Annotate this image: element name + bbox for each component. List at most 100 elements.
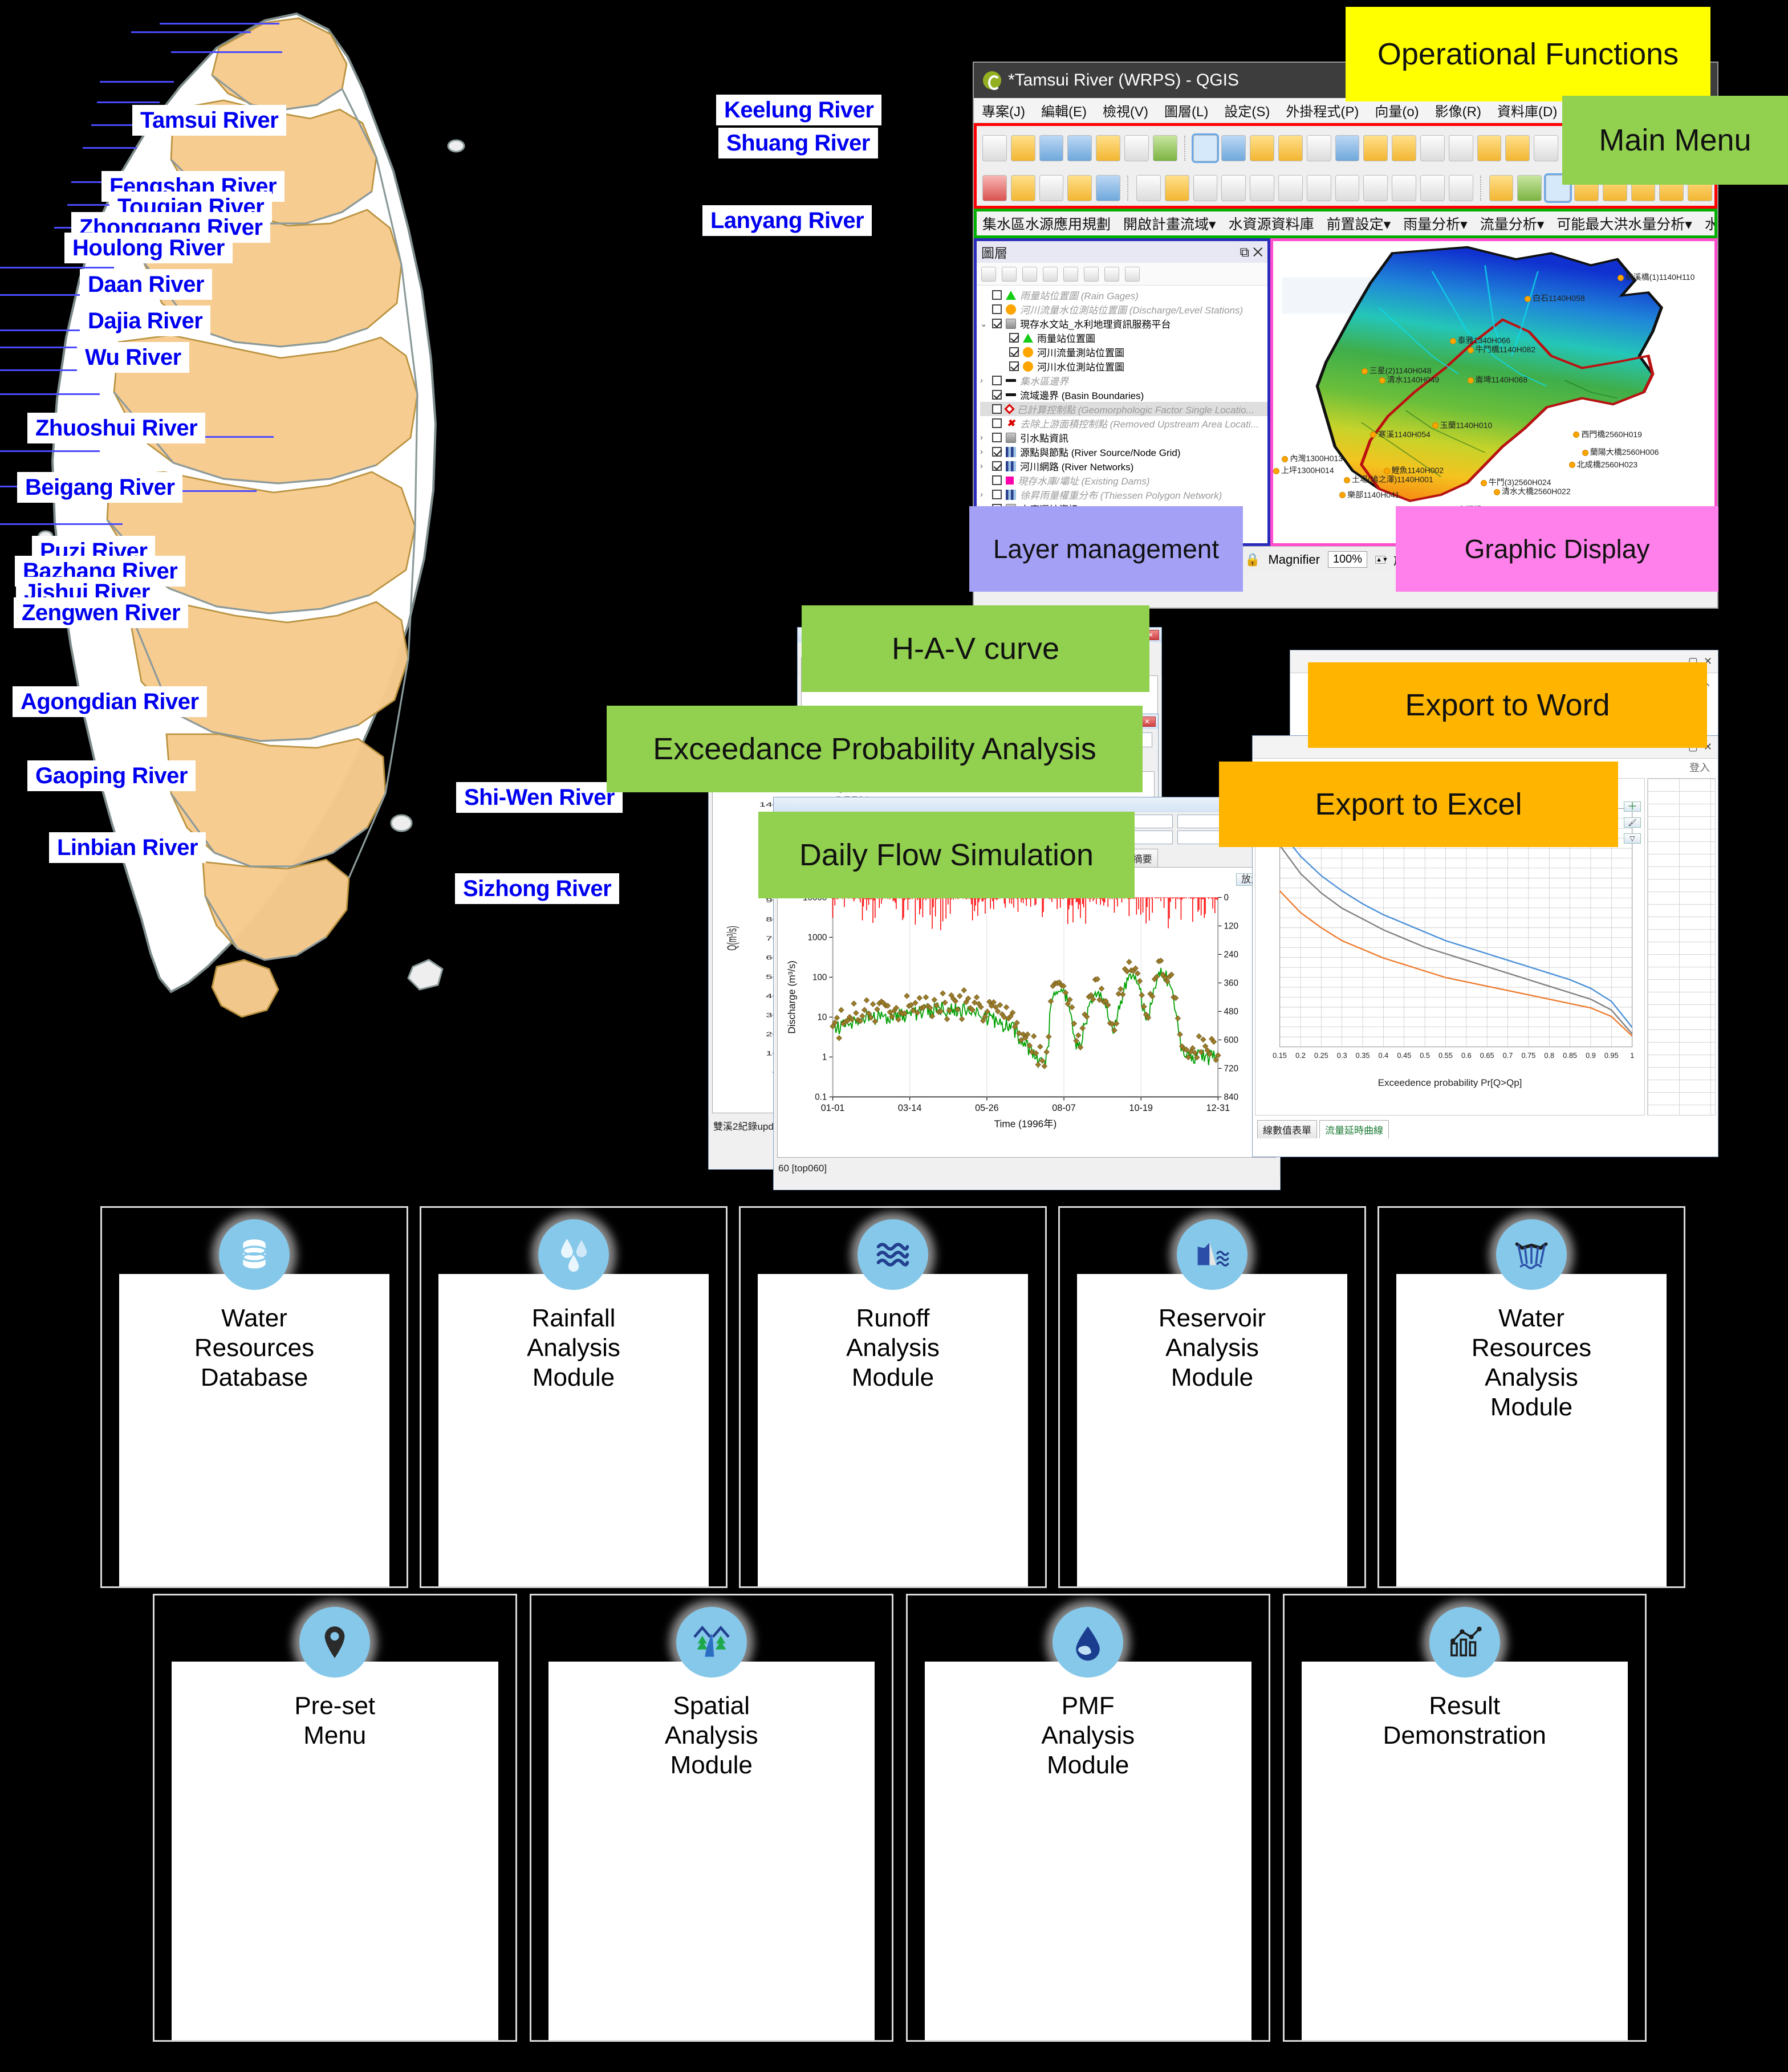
- plugin-watershed-planning[interactable]: 集水區水源應用規劃: [982, 213, 1111, 234]
- layer-tree-item[interactable]: › 集水區邊界: [980, 373, 1267, 388]
- manage-visibility-icon[interactable]: [1022, 266, 1037, 282]
- layer-expand-icon[interactable]: ⌄: [980, 319, 988, 329]
- save-project-icon[interactable]: [1039, 135, 1064, 161]
- menu-edit[interactable]: 編輯(E): [1041, 100, 1087, 120]
- layer-expand-icon[interactable]: ›: [980, 376, 988, 385]
- add-raster-layer-icon[interactable]: [1010, 175, 1035, 201]
- undo-icon[interactable]: [1420, 175, 1445, 201]
- remove-layer-icon[interactable]: [1125, 266, 1140, 282]
- layer-visibility-checkbox[interactable]: [992, 447, 1002, 457]
- layer-tree-item[interactable]: 已計算控制點 (Geomorphologic Factor Single Loc…: [980, 402, 1267, 416]
- magnifier-stepper[interactable]: ▲▼: [1375, 555, 1388, 564]
- open-project-icon[interactable]: [1010, 135, 1035, 161]
- module-cards-row-2[interactable]: Pre-set Menu Spatial Analysis Module PMF Analy…: [153, 1594, 1647, 2042]
- plugin-pmf-analysis[interactable]: 可能最大洪水量分析▾: [1557, 213, 1692, 234]
- module-card-waves[interactable]: Runoff Analysis Module: [739, 1206, 1047, 1588]
- plugin-water-database[interactable]: 水資源資料庫: [1229, 213, 1314, 234]
- lock-scale-icon[interactable]: 🔒: [1245, 552, 1260, 567]
- menu-vector[interactable]: 向量(o): [1375, 100, 1419, 120]
- magnifier-value[interactable]: 100%: [1327, 551, 1368, 568]
- zoom-to-layer-icon[interactable]: [1392, 135, 1417, 161]
- new-print-layout-icon[interactable]: [1096, 135, 1121, 161]
- label-layer-icon[interactable]: [1489, 175, 1514, 201]
- layer-visibility-checkbox[interactable]: [992, 376, 1002, 385]
- chart-styles-button[interactable]: 🖌: [1624, 817, 1641, 828]
- layer-visibility-checkbox[interactable]: [992, 390, 1002, 400]
- zoom-in-icon[interactable]: [1250, 135, 1274, 161]
- add-delimited-text-icon[interactable]: [1067, 175, 1092, 201]
- modify-attributes-icon[interactable]: [1250, 175, 1274, 201]
- layer-tree-item[interactable]: 流域邊界 (Basin Boundaries): [980, 388, 1267, 402]
- save-layer-edits-icon[interactable]: [1193, 175, 1218, 201]
- map-tips-icon[interactable]: [1534, 135, 1559, 161]
- layer-tree-item[interactable]: › 源點與節點 (River Source/Node Grid): [980, 445, 1267, 459]
- layer-visibility-checkbox[interactable]: [992, 433, 1002, 442]
- current-edits-icon[interactable]: [1136, 175, 1161, 201]
- filter-legend-icon[interactable]: [1043, 266, 1058, 282]
- collapse-all-icon[interactable]: [1084, 266, 1099, 282]
- data-source-manager-icon[interactable]: [1152, 135, 1177, 161]
- excel-sheet-tab-values[interactable]: 線數值表單: [1257, 1120, 1317, 1138]
- redo-icon[interactable]: [1448, 175, 1473, 201]
- plugin-reservoir-analysis[interactable]: 水庫特性分析▾: [1705, 213, 1714, 234]
- new-project-icon[interactable]: [982, 135, 1007, 161]
- layer-tree-item[interactable]: 河川流量測站位置圖: [980, 345, 1267, 359]
- layer-expand-icon[interactable]: ›: [980, 447, 988, 457]
- vertex-tool-icon[interactable]: [1221, 175, 1246, 201]
- add-vector-layer-icon[interactable]: [982, 175, 1007, 201]
- excel-sheet-tab-duration[interactable]: 流量延時曲線: [1319, 1120, 1389, 1138]
- pan-to-selection-icon[interactable]: [1221, 135, 1246, 161]
- layer-tree-item[interactable]: › 引水點資訊: [980, 430, 1267, 445]
- layer-tree-item[interactable]: ⌄ 現存水文站_水利地理資訊服務平台: [980, 316, 1267, 331]
- layer-visibility-checkbox[interactable]: [992, 461, 1002, 471]
- menu-view[interactable]: 檢視(V): [1103, 100, 1148, 120]
- layer-tree-item[interactable]: 雨量站位置圖: [980, 331, 1267, 345]
- layer-visibility-checkbox[interactable]: [992, 290, 1002, 300]
- layer-visibility-checkbox[interactable]: [992, 490, 1002, 499]
- layer-visibility-checkbox[interactable]: [992, 418, 1002, 428]
- chart-filters-button[interactable]: ▽: [1624, 833, 1641, 844]
- layer-expand-icon[interactable]: ›: [980, 490, 988, 499]
- layer-tree-item[interactable]: 雨量站位置圖 (Rain Gages): [980, 288, 1267, 302]
- layers-panel-controls[interactable]: ⧉ ✕: [1240, 245, 1263, 260]
- plugin-rainfall-analysis[interactable]: 雨量分析▾: [1403, 213, 1468, 234]
- new-map-view-icon[interactable]: [1477, 135, 1502, 161]
- menu-plugins[interactable]: 外掛程式(P): [1286, 100, 1359, 120]
- add-group-icon[interactable]: [1002, 266, 1017, 282]
- layer-tree-item[interactable]: › 河川網路 (River Networks): [980, 459, 1267, 473]
- zoom-to-selection-icon[interactable]: [1363, 135, 1388, 161]
- layer-tree-item[interactable]: › 徐昇雨量權重分布 (Thiessen Polygon Network): [980, 487, 1267, 502]
- menu-raster[interactable]: 影像(R): [1435, 100, 1481, 120]
- plugin-presettings[interactable]: 前置設定▾: [1327, 213, 1391, 234]
- module-card-weir[interactable]: Water Resources Analysis Module: [1377, 1206, 1685, 1588]
- layer-tree-item[interactable]: 河川水位測站位置圖: [980, 359, 1267, 373]
- layer-tree[interactable]: 雨量站位置圖 (Rain Gages) 河川流量水位測站位置圖 (Discharg…: [977, 286, 1267, 543]
- layer-tree-item[interactable]: ✖ 去除上游面積控制點 (Removed Upstream Area Locati…: [980, 416, 1267, 430]
- save-project-as-icon[interactable]: [1067, 135, 1092, 161]
- plugin-open-basin[interactable]: 開啟計畫流域▾: [1123, 213, 1216, 234]
- add-mesh-layer-icon[interactable]: [1039, 175, 1064, 201]
- map-canvas[interactable]: 礁溪橋(1)1140H110 白石1140H058 泰雅1340H066 牛鬥橋114…: [1270, 238, 1717, 546]
- module-card-dam[interactable]: Reservoir Analysis Module: [1058, 1206, 1366, 1588]
- zoom-native-icon[interactable]: [1306, 135, 1331, 161]
- menu-layer[interactable]: 圖層(L): [1164, 100, 1208, 120]
- copy-features-icon[interactable]: [1363, 175, 1388, 201]
- style-manager-icon[interactable]: [1124, 135, 1149, 161]
- layer-visibility-checkbox[interactable]: [992, 304, 1002, 314]
- menu-settings[interactable]: 設定(S): [1224, 100, 1270, 120]
- module-card-map-pin[interactable]: Pre-set Menu: [153, 1594, 517, 2042]
- toggle-editing-icon[interactable]: [1164, 175, 1189, 201]
- expression-filter-icon[interactable]: [1063, 266, 1078, 282]
- layer-tree-item[interactable]: 河川流量水位測站位置圖 (Discharge/Level Stations): [980, 302, 1267, 316]
- layer-visibility-checkbox[interactable]: [1009, 347, 1019, 357]
- zoom-out-icon[interactable]: [1278, 135, 1303, 161]
- module-card-water-drop[interactable]: PMF Analysis Module: [906, 1594, 1270, 2042]
- pan-map-icon[interactable]: [1191, 133, 1220, 163]
- zoom-next-icon[interactable]: [1448, 135, 1473, 161]
- zoom-last-icon[interactable]: [1420, 135, 1445, 161]
- layer-visibility-checkbox[interactable]: [1009, 361, 1019, 371]
- layer-visibility-checkbox[interactable]: [1009, 333, 1019, 343]
- new-3d-view-icon[interactable]: [1505, 135, 1530, 161]
- layer-expand-icon[interactable]: ›: [980, 461, 988, 471]
- layers-panel[interactable]: 圖層 ⧉ ✕ 雨量站位置圖 (Rain Gages) 河川流量水位測站位置圖 (D…: [974, 238, 1270, 546]
